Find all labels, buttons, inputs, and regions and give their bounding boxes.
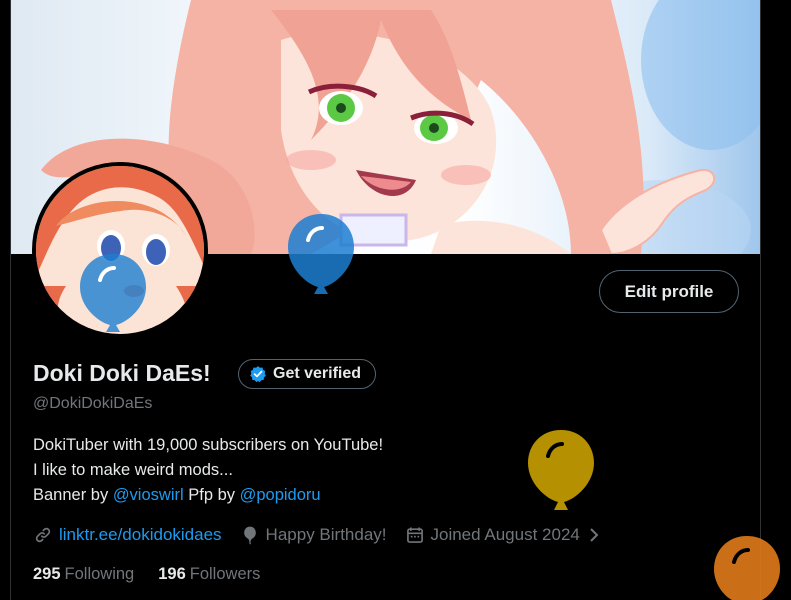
- followers-count: 196: [158, 565, 186, 583]
- joined-text: Joined August 2024: [430, 525, 580, 544]
- birthday-balloon-blue-1: [288, 214, 354, 294]
- get-verified-label: Get verified: [273, 365, 362, 382]
- link-icon: [35, 527, 51, 543]
- website-item[interactable]: linktr.ee/dokidokidaes: [33, 525, 222, 545]
- following-label: Following: [64, 565, 135, 583]
- display-name: Doki Doki DaEs!: [33, 360, 211, 386]
- bio-line-3: Banner by @vioswirl Pfp by @popidoru: [33, 483, 383, 508]
- balloon-icon: [243, 526, 256, 545]
- profile-meta: linktr.ee/dokidokidaes Happy Birthday! J…: [33, 522, 600, 548]
- calendar-icon: [406, 527, 423, 543]
- mention-vioswirl[interactable]: @vioswirl: [113, 486, 184, 504]
- birthday-balloon-gold: [528, 430, 594, 510]
- joined-item[interactable]: Joined August 2024: [405, 525, 580, 545]
- get-verified-button[interactable]: Get verified: [238, 359, 377, 389]
- website-link[interactable]: linktr.ee/dokidokidaes: [59, 525, 222, 545]
- bio-pfp-credit: Pfp by: [183, 486, 240, 504]
- follow-stats: 295 Following 196 Followers: [33, 565, 260, 584]
- bio-banner-credit: Banner by: [33, 486, 113, 504]
- followers-label: Followers: [189, 565, 261, 583]
- birthday-text: Happy Birthday!: [265, 525, 387, 544]
- chevron-right-icon[interactable]: [588, 526, 600, 544]
- birthday-balloon-orange: [714, 536, 780, 600]
- birthday-item: Happy Birthday!: [240, 525, 387, 545]
- bio: DokiTuber with 19,000 subscribers on You…: [33, 433, 383, 508]
- birthday-balloon-blue-2: [80, 254, 146, 332]
- followers-link[interactable]: 196 Followers: [158, 565, 260, 584]
- right-border: [760, 0, 761, 600]
- bio-line-2: I like to make weird mods...: [33, 461, 233, 479]
- following-count: 295: [33, 565, 61, 583]
- bio-line-1: DokiTuber with 19,000 subscribers on You…: [33, 436, 384, 454]
- edit-profile-button[interactable]: Edit profile: [599, 270, 739, 313]
- following-link[interactable]: 295 Following: [33, 565, 134, 584]
- verified-badge-icon: [250, 366, 266, 383]
- handle: @DokiDokiDaEs: [33, 395, 153, 412]
- mention-popidoru[interactable]: @popidoru: [240, 486, 321, 504]
